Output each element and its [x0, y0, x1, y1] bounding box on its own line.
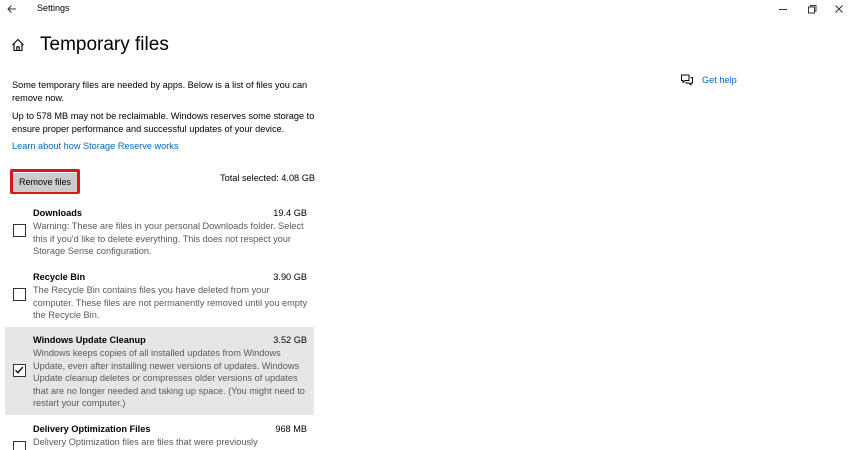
delivery-optimization-checkbox[interactable] — [13, 441, 26, 450]
home-icon[interactable] — [11, 38, 25, 52]
windows-update-checkbox[interactable] — [13, 364, 26, 377]
item-size: 3.90 GB — [273, 272, 307, 282]
window-title: Settings — [37, 3, 70, 13]
close-icon[interactable] — [831, 1, 847, 17]
item-size: 968 MB — [275, 424, 307, 434]
file-category-item-selected[interactable]: Windows Update Cleanup 3.52 GB Windows k… — [5, 327, 314, 415]
recycle-bin-checkbox[interactable] — [13, 288, 26, 301]
file-category-item[interactable]: Recycle Bin 3.90 GB The Recycle Bin cont… — [5, 266, 314, 324]
item-name: Recycle Bin — [33, 272, 86, 282]
storage-reserve-link[interactable]: Learn about how Storage Reserve works — [12, 141, 179, 151]
checkmark-icon — [15, 366, 24, 374]
downloads-checkbox[interactable] — [13, 224, 26, 237]
minimize-icon[interactable] — [775, 1, 791, 17]
file-category-item[interactable]: Downloads 19.4 GB Warning: These are fil… — [5, 202, 314, 262]
get-help-label: Get help — [702, 75, 737, 85]
file-category-item[interactable]: Delivery Optimization Files 968 MB Deliv… — [5, 418, 314, 450]
item-name: Delivery Optimization Files — [33, 424, 151, 434]
page-title: Temporary files — [40, 34, 169, 55]
total-selected-text: Total selected: 4.08 GB — [220, 173, 315, 183]
item-description: Delivery Optimization files are files th… — [33, 437, 258, 447]
remove-files-button[interactable]: Remove files — [13, 172, 77, 192]
item-name: Downloads — [33, 208, 83, 218]
item-size: 19.4 GB — [273, 208, 307, 218]
restore-icon[interactable] — [804, 1, 820, 17]
item-description: The Recycle Bin contains files you have … — [33, 285, 308, 320]
settings-window: Settings Temporary files Some temporary … — [0, 0, 850, 450]
back-arrow-icon[interactable] — [4, 1, 20, 17]
title-bar: Settings — [0, 0, 850, 18]
item-name: Windows Update Cleanup — [33, 335, 146, 345]
item-size: 3.52 GB — [273, 335, 307, 345]
reserve-notice-text: Up to 578 MB may not be reclaimable. Win… — [12, 111, 315, 134]
intro-text: Some temporary files are needed by apps.… — [12, 80, 308, 103]
item-description: Warning: These are files in your persona… — [33, 221, 304, 256]
remove-files-highlight: Remove files — [10, 169, 80, 194]
item-description: Windows keeps copies of all installed up… — [33, 348, 305, 408]
chat-help-icon — [680, 73, 694, 87]
